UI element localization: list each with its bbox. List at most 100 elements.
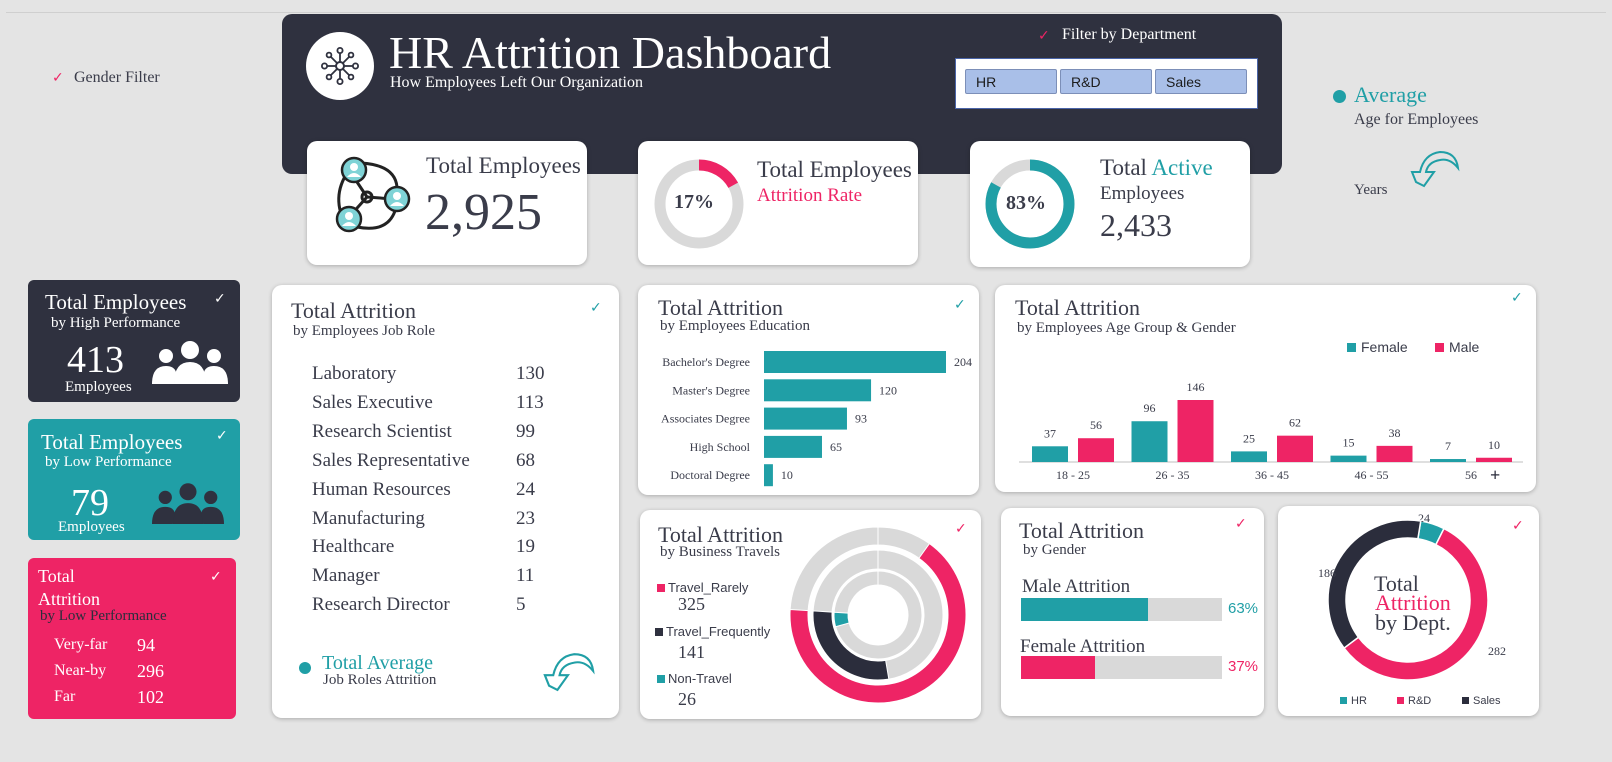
job-role-value: 130 xyxy=(516,363,545,384)
job-role-value: 113 xyxy=(516,391,544,413)
age-category-label: 36 - 45 xyxy=(1255,468,1289,482)
travel-item-label: Travel_Frequently xyxy=(666,624,771,639)
age-value-label: 37 xyxy=(1044,426,1056,440)
gender-card: ✓ Total Attrition by Gender Male Attriti… xyxy=(1001,508,1264,716)
department-hr-button[interactable]: HR xyxy=(965,69,1057,94)
department-value-label: 186 xyxy=(1318,566,1336,580)
job-role-value: 24 xyxy=(516,478,535,500)
female-bar xyxy=(1330,455,1367,462)
kpi-active-employees: 83% Total Active Employees 2,433 xyxy=(970,141,1250,267)
kpi-active-label-accent: Active xyxy=(1151,155,1213,180)
network-people-icon xyxy=(335,156,411,233)
travel-item-value: 325 xyxy=(678,594,705,614)
distance-value: 296 xyxy=(137,661,164,681)
job-role-label: Research Director xyxy=(312,594,450,616)
job-role-label: Laboratory xyxy=(312,363,397,384)
kpi-attrition-label: Total Employees xyxy=(757,157,912,182)
education-card: ✓ Total Attrition by Employees Education… xyxy=(638,285,979,495)
age-value-label: 10 xyxy=(1488,438,1500,452)
travel-item-label: Travel_Rarely xyxy=(668,580,749,595)
age-value-label: 7 xyxy=(1445,439,1451,453)
education-value-label: 65 xyxy=(830,440,842,454)
education-value-label: 10 xyxy=(781,468,793,482)
distance-title-2: Attrition xyxy=(38,589,100,609)
job-role-label: Manufacturing xyxy=(312,507,425,529)
average-age-sub: Age for Employees xyxy=(1354,111,1479,128)
high-perf-unit: Employees xyxy=(65,379,132,395)
job-role-value: 11 xyxy=(516,565,535,587)
education-sub: by Employees Education xyxy=(660,318,810,334)
legend-label: Male xyxy=(1449,339,1480,355)
age-category-label: 18 - 25 xyxy=(1056,468,1090,482)
kpi-attrition-sub: Attrition Rate xyxy=(757,185,863,206)
age-category-label: 26 - 35 xyxy=(1156,468,1190,482)
legend-label: HR xyxy=(1351,695,1367,707)
kpi-total-label: Total Employees xyxy=(426,153,581,178)
low-perf-sub: by Low Performance xyxy=(45,454,172,470)
education-bar-chart: Bachelor's Degree 204 Master's Degree 120 As… xyxy=(661,351,972,487)
age-value-label: 15 xyxy=(1343,436,1355,450)
legend-label: R&D xyxy=(1408,695,1431,707)
job-role-label: Sales Representative xyxy=(312,449,470,471)
check-icon: ✓ xyxy=(1511,290,1523,306)
legend-swatch xyxy=(655,628,663,636)
age-value-label: 56 xyxy=(1090,418,1102,432)
page-title: HR Attrition Dashboard xyxy=(389,27,832,78)
age-value-label: 25 xyxy=(1243,431,1255,445)
active-rate-percent: 83% xyxy=(1006,192,1046,214)
distance-row: Near-by xyxy=(54,662,107,679)
female-bar xyxy=(1231,451,1267,462)
education-value-label: 204 xyxy=(954,355,972,369)
low-perf-unit: Employees xyxy=(58,519,125,535)
legend-swatch xyxy=(1340,697,1347,704)
age-value-label: 62 xyxy=(1289,416,1301,430)
job-role-footer-sub: Job Roles Attrition xyxy=(323,672,437,688)
average-age-title: Average xyxy=(1354,82,1427,107)
high-performance-card: ✓ Total Employees by High Performance 41… xyxy=(28,280,240,402)
female-attrition-percent: 37% xyxy=(1228,658,1259,675)
job-role-label: Sales Executive xyxy=(312,391,433,413)
female-attrition-fill xyxy=(1021,656,1096,679)
job-role-value: 19 xyxy=(516,536,535,558)
attrition-rate-percent: 17% xyxy=(674,191,714,213)
education-value-label: 120 xyxy=(879,383,897,397)
legend-label: Sales xyxy=(1473,695,1501,707)
department-rd-button[interactable]: R&D xyxy=(1060,69,1152,94)
female-bar xyxy=(1430,459,1466,462)
education-category-label: Doctoral Degree xyxy=(670,468,750,482)
department-sales-button[interactable]: Sales xyxy=(1155,69,1247,94)
job-role-value: 68 xyxy=(516,449,535,471)
check-icon: ✓ xyxy=(216,428,228,444)
job-role-title: Total Attrition xyxy=(291,298,416,323)
legend-swatch xyxy=(1462,697,1469,704)
female-attrition-bar xyxy=(1021,656,1222,679)
age-gender-bar-chart: 37 56 18 - 25 96 146 26 - 35 25 62 36 - 45 15 38 46… xyxy=(1019,339,1523,485)
age-category-label: 46 - 55 xyxy=(1355,468,1389,482)
kpi-total-employees: Total Employees 2,925 xyxy=(307,141,587,265)
male-attrition-bar xyxy=(1021,598,1222,621)
department-value-label: 282 xyxy=(1488,644,1506,658)
average-age-widget: Average Age for Employees Years xyxy=(1330,82,1530,212)
gender-filter-label: Gender Filter xyxy=(74,69,160,86)
gender-row-label: Female Attrition xyxy=(1020,636,1146,657)
female-bar xyxy=(1032,446,1068,462)
people-group-icon xyxy=(152,483,224,524)
male-bar xyxy=(1277,435,1313,462)
travel-sub: by Business Travels xyxy=(660,544,781,560)
job-role-value: 23 xyxy=(516,507,535,529)
education-bar xyxy=(764,464,773,487)
education-bar xyxy=(764,407,847,430)
education-bar xyxy=(764,379,872,402)
education-bar xyxy=(764,435,822,458)
age-category-label: 56 xyxy=(1465,468,1477,482)
curved-arrow-icon xyxy=(543,653,595,692)
gender-sub: by Gender xyxy=(1023,542,1086,558)
check-icon: ✓ xyxy=(1038,28,1050,44)
male-bar xyxy=(1177,400,1214,462)
department-card: ✓ 24 282 186 HR R&D Sales Total Attrition by … xyxy=(1278,506,1539,716)
gender-filter[interactable]: ✓ Gender Filter xyxy=(52,68,192,90)
gender-row-label: Male Attrition xyxy=(1022,576,1131,597)
legend-swatch-male xyxy=(1435,343,1444,352)
education-category-label: Master's Degree xyxy=(672,383,750,397)
legend-swatch xyxy=(657,675,665,683)
